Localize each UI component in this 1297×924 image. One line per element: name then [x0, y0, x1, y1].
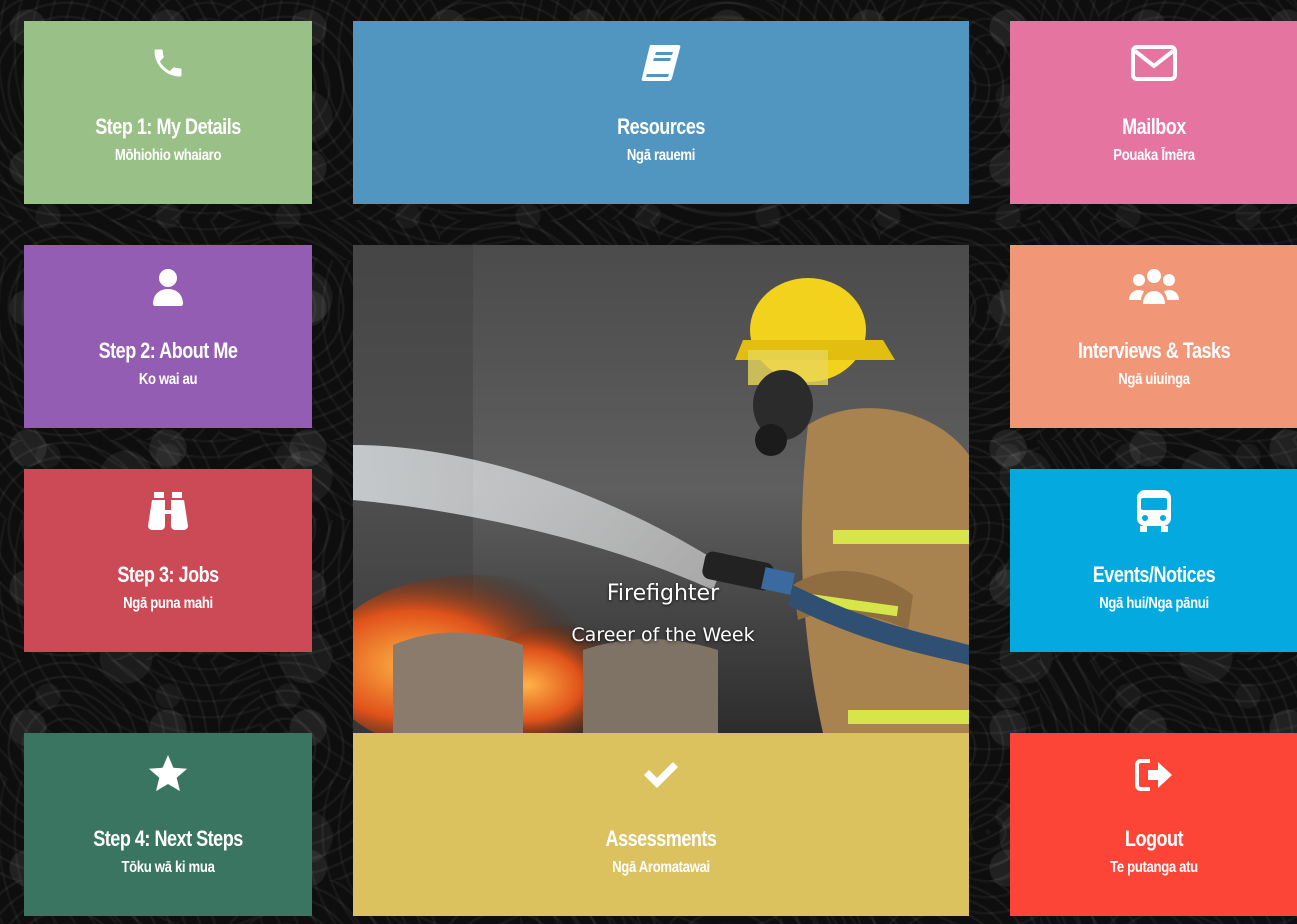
tile-title: Logout	[1124, 826, 1184, 851]
binoculars-icon	[24, 491, 312, 531]
tile-mailbox[interactable]: Mailbox Pouaka Īmēra	[1010, 21, 1297, 204]
tile-title: Step 4: Next Steps	[93, 826, 243, 851]
tile-subtitle: Pouaka Īmēra	[1113, 147, 1195, 164]
career-of-the-week-feature[interactable]: Firefighter Career of the Week	[353, 245, 969, 733]
envelope-icon	[1010, 43, 1297, 83]
book-icon	[353, 43, 969, 83]
tile-subtitle: Ngā hui/Nga pānui	[1099, 595, 1209, 612]
tile-subtitle: Ngā rauemi	[626, 147, 696, 164]
tile-subtitle: Tōku wā ki mua	[121, 859, 215, 876]
tile-title: Step 1: My Details	[95, 114, 241, 139]
tile-subtitle: Ngā uiuinga	[1118, 371, 1190, 388]
tile-subtitle: Mōhiohio whaiaro	[114, 147, 222, 164]
tile-title: Events/Notices	[1092, 562, 1216, 587]
check-icon	[353, 755, 969, 795]
career-title: Firefighter	[606, 581, 720, 606]
star-icon	[24, 755, 312, 795]
tile-title: Mailbox	[1122, 114, 1186, 139]
tile-events-notices[interactable]: Events/Notices Ngā hui/Nga pānui	[1010, 469, 1297, 652]
tile-my-details[interactable]: Step 1: My Details Mōhiohio whaiaro	[24, 21, 312, 204]
users-icon	[1010, 267, 1297, 307]
tile-jobs[interactable]: Step 3: Jobs Ngā puna mahi	[24, 469, 312, 652]
tile-interviews-tasks[interactable]: Interviews & Tasks Ngā uiuinga	[1010, 245, 1297, 428]
tile-title: Step 3: Jobs	[117, 562, 219, 587]
tile-subtitle: Ko wai au	[138, 371, 198, 388]
tile-subtitle: Ngā Aromatawai	[612, 859, 710, 876]
tile-subtitle: Te putanga atu	[1110, 859, 1198, 876]
tile-logout[interactable]: Logout Te putanga atu	[1010, 733, 1297, 916]
tile-title: Interviews & Tasks	[1077, 338, 1231, 363]
career-subtitle: Career of the Week	[571, 624, 755, 646]
tile-title: Resources	[617, 114, 705, 139]
tile-next-steps[interactable]: Step 4: Next Steps Tōku wā ki mua	[24, 733, 312, 916]
firefighter-photo	[353, 245, 969, 733]
tile-title: Step 2: About Me	[98, 338, 238, 363]
phone-icon	[24, 43, 312, 83]
tile-subtitle: Ngā puna mahi	[123, 595, 213, 612]
tile-resources[interactable]: Resources Ngā rauemi	[353, 21, 969, 204]
user-icon	[24, 267, 312, 307]
tile-about-me[interactable]: Step 2: About Me Ko wai au	[24, 245, 312, 428]
bus-icon	[1010, 490, 1297, 532]
sign-out-icon	[1010, 755, 1297, 795]
tile-title: Assessments	[605, 826, 717, 851]
tile-assessments[interactable]: Assessments Ngā Aromatawai	[353, 733, 969, 916]
dashboard-page: Step 1: My Details Mōhiohio whaiaro Step…	[0, 0, 1297, 924]
